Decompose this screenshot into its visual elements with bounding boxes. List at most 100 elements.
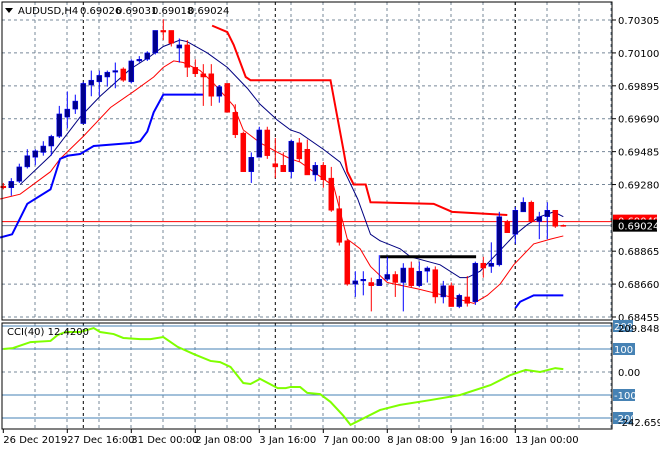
- candle-body: [96, 75, 103, 83]
- candle-body: [184, 44, 191, 68]
- cci-max-label: 209.8488: [618, 324, 660, 335]
- symbol-label: AUDUSD,H4: [18, 6, 78, 17]
- candle-body: [448, 285, 455, 307]
- time-tick-label: 8 Jan 08:00: [387, 435, 444, 446]
- candle-body: [192, 67, 199, 75]
- bull-candle: [64, 91, 71, 129]
- candle-body: [72, 100, 79, 110]
- bear-candle: [296, 137, 303, 163]
- time-tick-label: 2 Jan 08:00: [195, 435, 252, 446]
- candle-body: [136, 59, 143, 62]
- bull-candle: [96, 70, 103, 97]
- candle-body: [240, 132, 247, 172]
- candle-body: [344, 240, 351, 285]
- candle-body: [144, 52, 151, 60]
- candle-body: [464, 296, 471, 304]
- bull-candle: [24, 149, 31, 169]
- candle-body: [296, 142, 303, 160]
- price-tick-label: 0.69895: [618, 82, 659, 93]
- collapse-triangle-icon[interactable]: [5, 8, 13, 13]
- bear-candle: [432, 266, 439, 304]
- candle-body: [272, 163, 279, 168]
- candle-body: [368, 282, 375, 286]
- lower-stop-line: [514, 294, 564, 309]
- upper-stop-line: [211, 24, 508, 217]
- bull-candle: [72, 94, 79, 114]
- bull-candle: [384, 256, 391, 281]
- candle-body: [8, 181, 15, 189]
- candle-body: [40, 145, 47, 153]
- candle-body: [336, 208, 343, 243]
- bear-candle: [184, 40, 191, 77]
- candle-body: [440, 285, 447, 298]
- bear-candle: [552, 209, 559, 228]
- cci-pane: [2, 325, 612, 427]
- bull-candle: [424, 266, 431, 283]
- candle-body: [200, 73, 207, 78]
- bear-candle: [504, 219, 511, 233]
- bull-candle: [544, 202, 551, 240]
- bull-candle: [40, 141, 47, 156]
- cci-level-label: 100: [614, 345, 633, 356]
- candle-body: [400, 267, 407, 283]
- candle-body: [208, 73, 215, 97]
- candle-body: [248, 157, 255, 172]
- bull-candle: [88, 70, 95, 97]
- bull-candle: [144, 51, 151, 61]
- cci-min-label: -242.6591: [618, 418, 660, 429]
- candle-body: [384, 274, 391, 280]
- candle-body: [288, 140, 295, 172]
- time-tick-label: 26 Dec 2019: [3, 435, 67, 446]
- bear-candle: [528, 200, 535, 224]
- bull-candle: [8, 178, 15, 196]
- candle-body: [32, 150, 39, 158]
- bear-candle: [264, 126, 271, 159]
- candle-body: [88, 79, 95, 86]
- bear-candle: [160, 19, 167, 41]
- bull-candle: [512, 207, 519, 244]
- bear-candle: [344, 239, 351, 286]
- candle-body: [544, 209, 551, 217]
- time-tick-label: 13 Jan 00:00: [515, 435, 578, 446]
- bull-candle: [312, 162, 319, 182]
- bear-candle: [320, 162, 327, 188]
- candle-body: [352, 280, 359, 285]
- candle-body: [112, 70, 119, 73]
- price-tick-label: 0.69485: [618, 148, 659, 159]
- bid-price-label: 0.69024: [618, 222, 659, 233]
- candle-body: [168, 30, 175, 44]
- candle-body: [432, 269, 439, 298]
- candle-body: [552, 209, 559, 227]
- price-tick-label: 0.69690: [618, 115, 659, 126]
- candle-body: [408, 267, 415, 286]
- candle-body: [104, 71, 111, 78]
- bull-candle: [32, 149, 39, 166]
- candle-body: [120, 68, 127, 81]
- candle-body: [16, 166, 23, 182]
- bull-candle: [16, 163, 23, 183]
- price-chart[interactable]: 0.70305 0.70100 0.69895 0.69690 0.69485 0.692…: [0, 0, 660, 450]
- candle-body: [48, 136, 55, 147]
- time-tick-label: 27 Dec 16:00: [67, 435, 134, 446]
- candle-body: [376, 279, 383, 286]
- bear-candle: [464, 276, 471, 307]
- candle-body: [496, 216, 503, 266]
- bear-candle: [192, 59, 199, 77]
- bear-candle: [280, 152, 287, 172]
- bear-candle: [200, 64, 207, 106]
- candle-body: [456, 295, 463, 307]
- time-tick-label: 7 Jan 00:00: [323, 435, 380, 446]
- bull-candle: [248, 152, 255, 183]
- bull-candle: [80, 81, 87, 124]
- bear-candle: [560, 224, 567, 227]
- bull-candle: [496, 211, 503, 267]
- bull-candle: [288, 139, 295, 179]
- candle-body: [280, 165, 287, 172]
- candle-body: [360, 279, 367, 282]
- bear-candle: [232, 104, 239, 138]
- bear-candle: [336, 195, 343, 246]
- candle-body: [528, 201, 535, 222]
- candle-body: [536, 216, 543, 222]
- bear-candle: [240, 131, 247, 172]
- time-tick-label: 9 Jan 16:00: [451, 435, 508, 446]
